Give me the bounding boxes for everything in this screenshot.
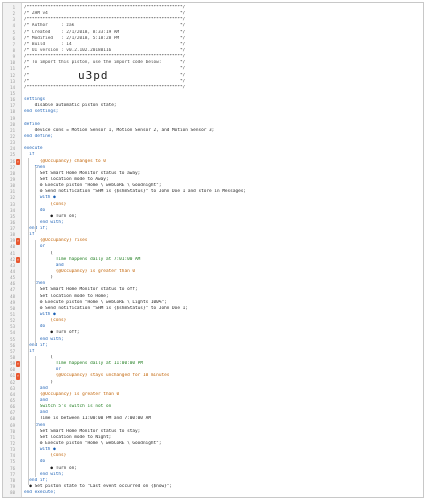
- import-code: u3pd: [78, 69, 109, 82]
- indent-guide: [35, 240, 36, 345]
- indent-guide: [35, 166, 36, 232]
- code-line[interactable]: 80 end execute;: [3, 490, 423, 496]
- indent-guide: [35, 356, 36, 477]
- code-lines: 1/**************************************…: [3, 5, 423, 496]
- code-editor[interactable]: 1/**************************************…: [2, 2, 424, 498]
- indent-guide: [28, 158, 29, 485]
- code-text: end execute;: [24, 490, 56, 496]
- line-number: 80: [10, 490, 15, 496]
